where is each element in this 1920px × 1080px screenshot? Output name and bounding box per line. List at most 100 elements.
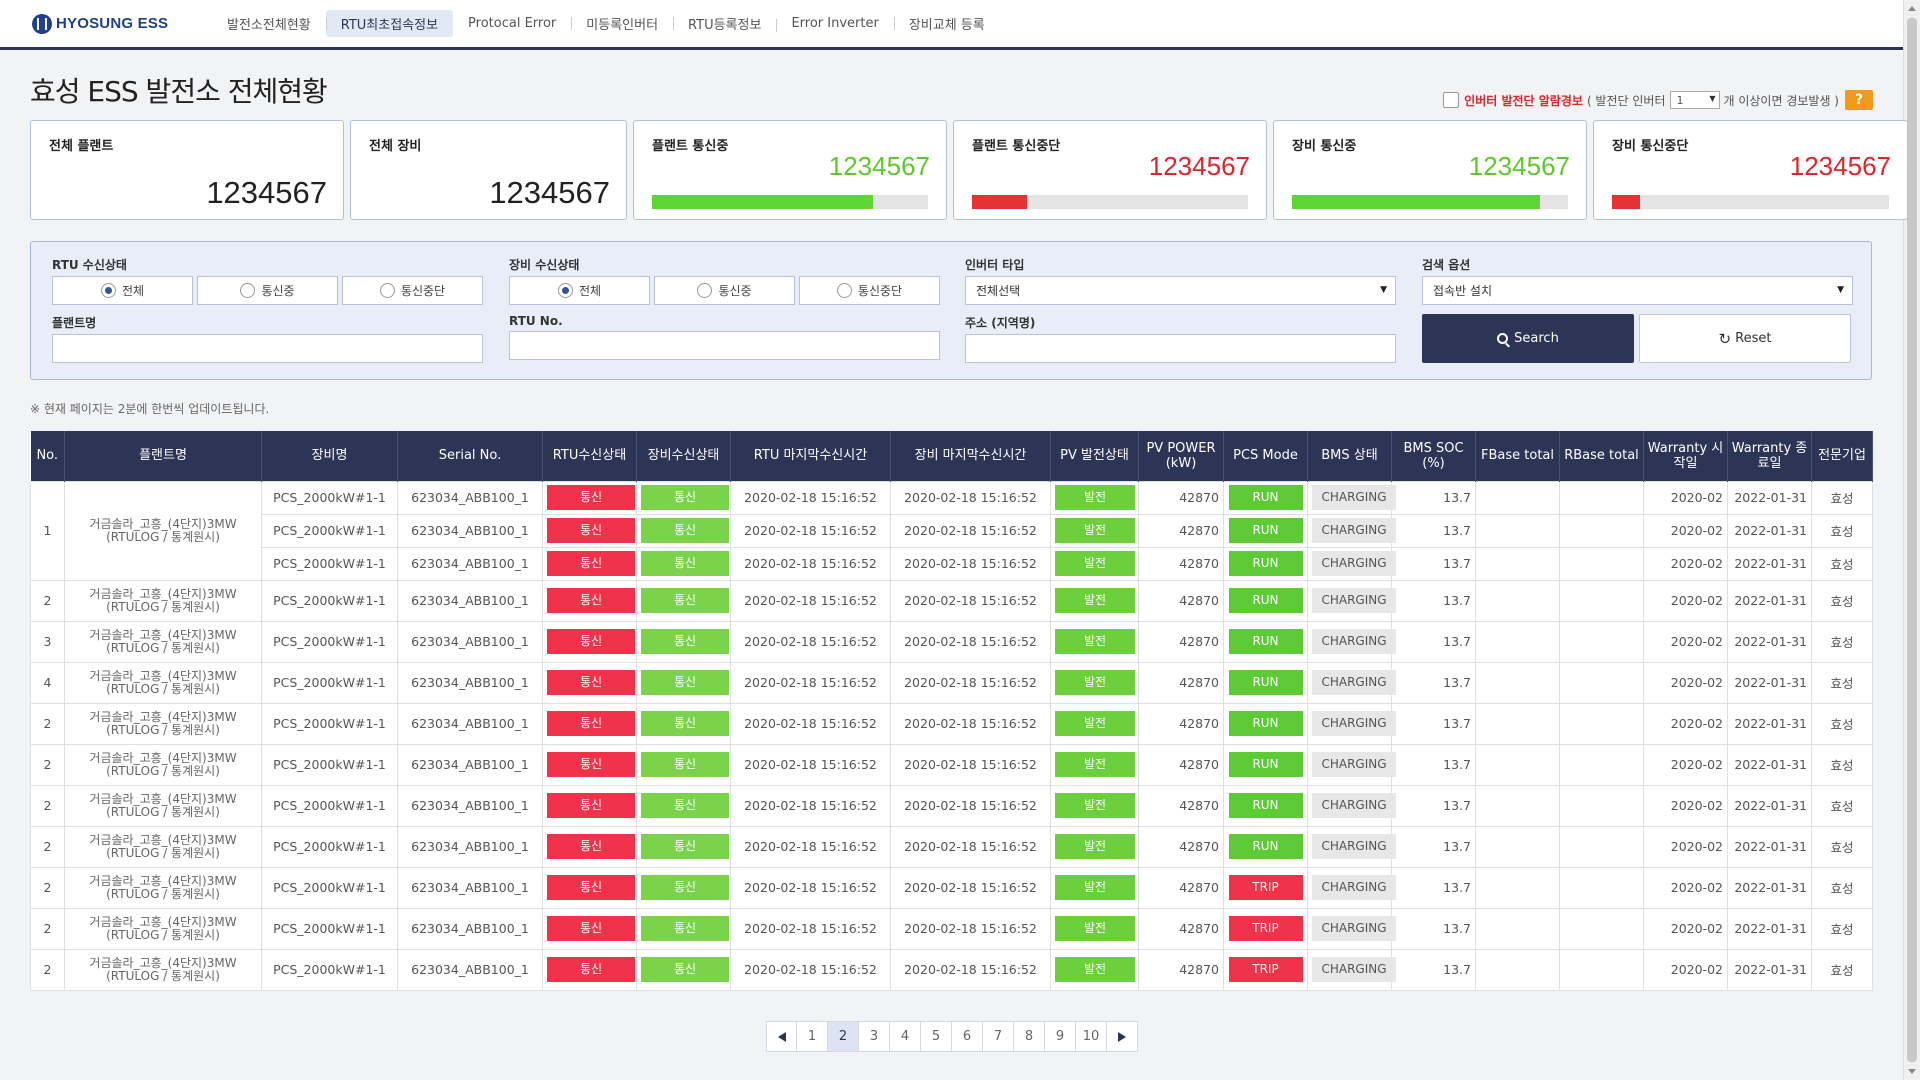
rbase-total [1559, 702, 1644, 745]
rbase-total [1559, 661, 1644, 704]
company: 효성 [1811, 620, 1873, 663]
plant-name-cell[interactable]: 거금솔라_고흥_(4단지)3MW (RTULOG / 통계원시) [64, 579, 262, 622]
rtu-no-input[interactable] [509, 331, 940, 360]
table-row[interactable]: 2 거금솔라_고흥_(4단지)3MW (RTULOG / 통계원시) PCS_2000… [30, 702, 1873, 745]
page-button[interactable]: 6 [952, 1021, 983, 1052]
column-header: No. [30, 431, 65, 481]
alarm-suffix-text: 개 이상이면 경보발생 ) [1723, 93, 1840, 108]
table-row[interactable]: PCS_2000kW#1-1 623034_ABB100_1 통신 통신 2020-02… [31, 513, 1873, 548]
alarm-threshold-select[interactable]: 1 [1669, 91, 1720, 109]
device-radio-all[interactable]: 전체 [509, 276, 650, 305]
bms-state-badge: CHARGING [1312, 957, 1396, 982]
next-page-button[interactable] [1107, 1021, 1138, 1052]
plant-log-link[interactable]: (RTULOG / 통계원시) [69, 846, 257, 860]
nav-item-5[interactable]: Error Inverter [776, 12, 893, 35]
table-row[interactable]: 3 거금솔라_고흥_(4단지)3MW (RTULOG / 통계원시) PCS_2000… [30, 620, 1873, 663]
search-option-select[interactable]: 접속반 설치 [1422, 276, 1853, 305]
plant-name-cell[interactable]: 거금솔라_고흥_(4단지)3MW (RTULOG / 통계원시) [64, 948, 262, 991]
device-status-badge: 통신 [641, 485, 729, 510]
table-row[interactable]: 4 거금솔라_고흥_(4단지)3MW (RTULOG / 통계원시) PCS_2000… [30, 661, 1873, 704]
scroll-down-arrow-icon[interactable] [1908, 1069, 1916, 1074]
pv-status-badge: 발전 [1055, 551, 1135, 576]
table-row[interactable]: 2 거금솔라_고흥_(4단지)3MW (RTULOG / 통계원시) PCS_2000… [30, 743, 1873, 786]
table-row[interactable]: 2 거금솔라_고흥_(4단지)3MW (RTULOG / 통계원시) PCS_2000… [30, 784, 1873, 827]
table-row[interactable]: 2 거금솔라_고흥_(4단지)3MW (RTULOG / 통계원시) PCS_2000… [30, 948, 1873, 991]
device-status-badge: 통신 [641, 588, 729, 613]
page-button[interactable]: 7 [983, 1021, 1014, 1052]
plant-name-cell[interactable]: 거금솔라_고흥_(4단지)3MW (RTULOG / 통계원시) [64, 784, 262, 827]
table-row[interactable]: 2 거금솔라_고흥_(4단지)3MW (RTULOG / 통계원시) PCS_2000… [30, 579, 1873, 622]
plant-name-cell[interactable]: 거금솔라_고흥_(4단지)3MW (RTULOG / 통계원시) [64, 825, 262, 868]
page-button[interactable]: 4 [890, 1021, 921, 1052]
bms-state-badge: CHARGING [1312, 629, 1396, 654]
column-header: PV POWER (kW) [1138, 431, 1224, 481]
page-button[interactable]: 10 [1076, 1021, 1107, 1052]
device-radio-online[interactable]: 통신중 [654, 276, 795, 305]
nav-item-1[interactable]: RTU최초접속정보 [325, 10, 454, 37]
rtu-radio-offline[interactable]: 통신중단 [342, 276, 483, 305]
plant-name-cell[interactable]: 거금솔라_고흥_(4단지)3MW (RTULOG / 통계원시) [64, 743, 262, 786]
pcs-mode-cell: RUN [1223, 579, 1308, 622]
plant-name-cell[interactable]: 거금솔라_고흥_(4단지)3MW (RTULOG / 통계원시) [64, 620, 262, 663]
plant-log-link[interactable]: (RTULOG / 통계원시) [69, 723, 257, 737]
plant-log-link[interactable]: (RTULOG / 통계원시) [69, 887, 257, 901]
plant-log-link[interactable]: (RTULOG / 통계원시) [69, 600, 257, 614]
table-row[interactable]: PCS_2000kW#1-1 623034_ABB100_1 통신 통신 2020-02… [31, 546, 1873, 581]
nav-item-3[interactable]: 미등록인버터 [571, 10, 673, 37]
pv-status-badge: 발전 [1055, 711, 1135, 736]
rtu-radio-all[interactable]: 전체 [52, 276, 193, 305]
plant-name-cell[interactable]: 거금솔라_고흥_(4단지)3MW (RTULOG / 통계원시) [64, 702, 262, 745]
rtu-status-cell: 통신 [542, 702, 637, 745]
alarm-checkbox[interactable] [1443, 92, 1460, 108]
page-button[interactable]: 2 [828, 1021, 859, 1052]
prev-page-button[interactable] [766, 1021, 797, 1052]
reset-button[interactable]: ↻ Reset [1639, 314, 1851, 363]
plant-log-link[interactable]: (RTULOG / 통계원시) [69, 682, 257, 696]
table-row[interactable]: 1 거금솔라_고흥_(4단지)3MW (RTULOG / 통계원시) PCS_2000… [30, 480, 1873, 581]
device-status-badge: 통신 [641, 875, 729, 900]
table-row[interactable]: 2 거금솔라_고흥_(4단지)3MW (RTULOG / 통계원시) PCS_2000… [30, 825, 1873, 868]
pcs-mode-badge: RUN [1228, 834, 1303, 859]
bms-soc: 13.7 [1391, 907, 1476, 950]
scroll-up-arrow-icon[interactable] [1908, 6, 1916, 11]
kpi-value: 1234567 [206, 175, 327, 210]
rtu-status-cell: 통신 [542, 620, 637, 663]
plant-log-link[interactable]: (RTULOG / 통계원시) [69, 805, 257, 819]
plant-name-cell[interactable]: 거금솔라_고흥_(4단지)3MW (RTULOG / 통계원시) [64, 480, 262, 581]
search-button[interactable]: Search [1422, 314, 1634, 363]
plant-name-cell[interactable]: 거금솔라_고흥_(4단지)3MW (RTULOG / 통계원시) [64, 866, 262, 909]
plant-log-link[interactable]: (RTULOG / 통계원시) [69, 641, 257, 655]
pv-status-badge: 발전 [1055, 752, 1135, 777]
plant-log-link[interactable]: (RTULOG / 통계원시) [69, 764, 257, 778]
page-button[interactable]: 3 [859, 1021, 890, 1052]
main-nav: 발전소전체현황 RTU최초접속정보 Protocal Error 미등록인버터 RTU등… [212, 10, 1000, 37]
page-button[interactable]: 1 [797, 1021, 828, 1052]
address-input[interactable] [965, 334, 1396, 363]
plant-log-link[interactable]: (RTULOG / 통계원시) [69, 928, 257, 942]
plant-name-input[interactable] [52, 334, 483, 363]
table-row[interactable]: 2 거금솔라_고흥_(4단지)3MW (RTULOG / 통계원시) PCS_2000… [30, 907, 1873, 950]
rtu-status-radios: 전체 통신중 통신중단 [52, 276, 483, 305]
plant-log-link[interactable]: (RTULOG / 통계원시) [69, 969, 257, 983]
table-row[interactable]: 2 거금솔라_고흥_(4단지)3MW (RTULOG / 통계원시) PCS_2000… [30, 866, 1873, 909]
bms-soc: 13.7 [1391, 825, 1476, 868]
pcs-mode-badge: TRIP [1228, 916, 1303, 941]
help-button[interactable]: ? [1845, 90, 1873, 110]
brand-logo[interactable]: HYOSUNG ESS [32, 13, 200, 34]
page-button[interactable]: 9 [1045, 1021, 1076, 1052]
nav-item-4[interactable]: RTU등록정보 [673, 10, 776, 37]
page-button[interactable]: 8 [1014, 1021, 1045, 1052]
inverter-type-select[interactable]: 전체선택 [965, 276, 1396, 305]
bms-state-cell: CHARGING [1307, 620, 1396, 663]
plant-name-cell[interactable]: 거금솔라_고흥_(4단지)3MW (RTULOG / 통계원시) [64, 661, 262, 704]
page-button[interactable]: 5 [921, 1021, 952, 1052]
scroll-thumb[interactable] [1907, 18, 1917, 1062]
nav-item-2[interactable]: Protocal Error [453, 12, 571, 35]
device-radio-offline[interactable]: 통신중단 [799, 276, 940, 305]
nav-item-0[interactable]: 발전소전체현황 [212, 10, 326, 37]
plant-name-cell[interactable]: 거금솔라_고흥_(4단지)3MW (RTULOG / 통계원시) [64, 907, 262, 950]
bms-soc: 13.7 [1391, 784, 1476, 827]
rtu-radio-online[interactable]: 통신중 [197, 276, 338, 305]
plant-log-link[interactable]: (RTULOG / 통계원시) [69, 530, 257, 544]
nav-item-6[interactable]: 장비교체 등록 [893, 10, 1000, 37]
